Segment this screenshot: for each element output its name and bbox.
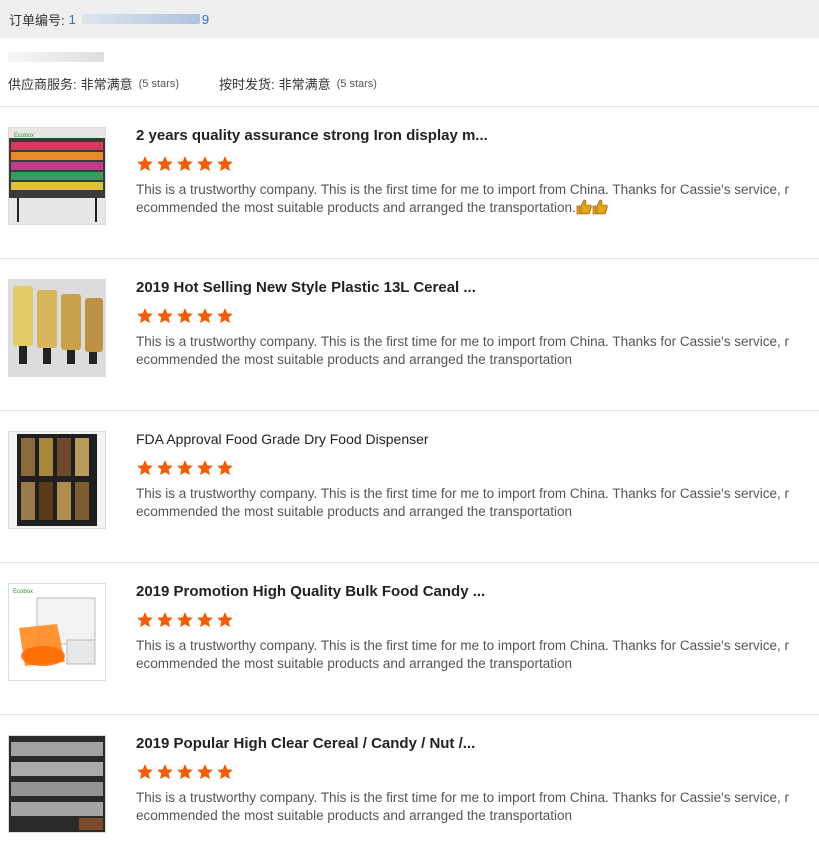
delivery-label: 按时发货:	[218, 77, 275, 92]
supplier-service-label: 供应商服务:	[8, 77, 77, 92]
delivery-stars: (5 stars)	[336, 77, 377, 90]
star-icon	[217, 764, 233, 780]
star-icon	[177, 764, 193, 780]
order-number-suffix[interactable]: 9	[202, 12, 209, 27]
order-number-prefix[interactable]: 1	[69, 12, 76, 27]
supplier-ratings: 供应商服务: 非常满意 (5 stars) 按时发货: 非常满意 (5 star…	[8, 74, 377, 93]
star-icon	[217, 308, 233, 324]
star-icon	[177, 308, 193, 324]
review-body: This is a trustworthy company. This is t…	[136, 182, 790, 215]
review-text: This is a trustworthy company. This is t…	[136, 334, 790, 367]
review-text: This is a trustworthy company. This is t…	[136, 790, 790, 823]
star-icon	[177, 612, 193, 628]
star-icon	[157, 308, 173, 324]
product-thumbnail[interactable]: Ecobox	[8, 583, 106, 681]
star-icon	[137, 764, 153, 780]
star-icon	[137, 460, 153, 476]
star-icon	[217, 156, 233, 172]
product-title[interactable]: 2019 Popular High Clear Cereal / Candy /…	[136, 735, 475, 752]
review-item: Ecobox 2019 Promotion High Quality Bulk …	[0, 563, 819, 715]
delivery-value: 非常满意	[278, 77, 331, 92]
star-icon	[217, 612, 233, 628]
star-icon	[177, 156, 193, 172]
svg-text:Ecobox: Ecobox	[13, 589, 33, 595]
product-title[interactable]: FDA Approval Food Grade Dry Food Dispens…	[136, 431, 429, 447]
supplier-service-stars: (5 stars)	[138, 77, 179, 90]
star-icon	[197, 612, 213, 628]
order-number-redacted	[81, 14, 200, 24]
review-text: This is a trustworthy company. This is t…	[136, 486, 790, 519]
star-rating	[136, 155, 234, 173]
star-icon	[197, 764, 213, 780]
order-label: 订单编号:	[9, 12, 65, 28]
thumbs-up-icon	[576, 199, 592, 215]
product-thumbnail[interactable]	[8, 735, 106, 833]
star-icon	[197, 460, 213, 476]
star-icon	[157, 460, 173, 476]
review-text: This is a trustworthy company. This is t…	[136, 638, 790, 671]
star-rating	[136, 307, 234, 325]
star-icon	[157, 156, 173, 172]
review-item: 2019 Popular High Clear Cereal / Candy /…	[0, 715, 819, 867]
review-text: This is a trustworthy company. This is t…	[136, 181, 792, 217]
star-icon	[137, 308, 153, 324]
star-icon	[137, 156, 153, 172]
star-rating	[136, 459, 234, 477]
product-title[interactable]: 2019 Hot Selling New Style Plastic 13L C…	[136, 279, 476, 296]
rating-summary: 供应商服务: 非常满意 (5 stars) 按时发货: 非常满意 (5 star…	[0, 38, 819, 106]
review-list: Ecobox 2 years quality assurance strong …	[0, 107, 819, 867]
supplier-service-value: 非常满意	[80, 77, 133, 92]
star-icon	[217, 460, 233, 476]
product-thumbnail[interactable]	[8, 279, 106, 377]
star-icon	[197, 308, 213, 324]
star-rating	[136, 763, 234, 781]
redacted-text	[8, 52, 104, 62]
star-rating	[136, 611, 234, 629]
svg-text:Ecobox: Ecobox	[14, 133, 34, 139]
order-header: 订单编号: 1 9	[0, 0, 819, 38]
product-title[interactable]: 2019 Promotion High Quality Bulk Food Ca…	[136, 583, 485, 600]
product-thumbnail[interactable]: Ecobox	[8, 127, 106, 225]
star-icon	[197, 156, 213, 172]
review-item: Ecobox 2 years quality assurance strong …	[0, 107, 819, 259]
star-icon	[137, 612, 153, 628]
star-icon	[157, 612, 173, 628]
product-thumbnail[interactable]	[8, 431, 106, 529]
review-item: 2019 Hot Selling New Style Plastic 13L C…	[0, 259, 819, 411]
review-item: FDA Approval Food Grade Dry Food Dispens…	[0, 411, 819, 563]
thumbs-up-icon	[592, 199, 608, 215]
product-title[interactable]: 2 years quality assurance strong Iron di…	[136, 127, 488, 144]
star-icon	[177, 460, 193, 476]
star-icon	[157, 764, 173, 780]
